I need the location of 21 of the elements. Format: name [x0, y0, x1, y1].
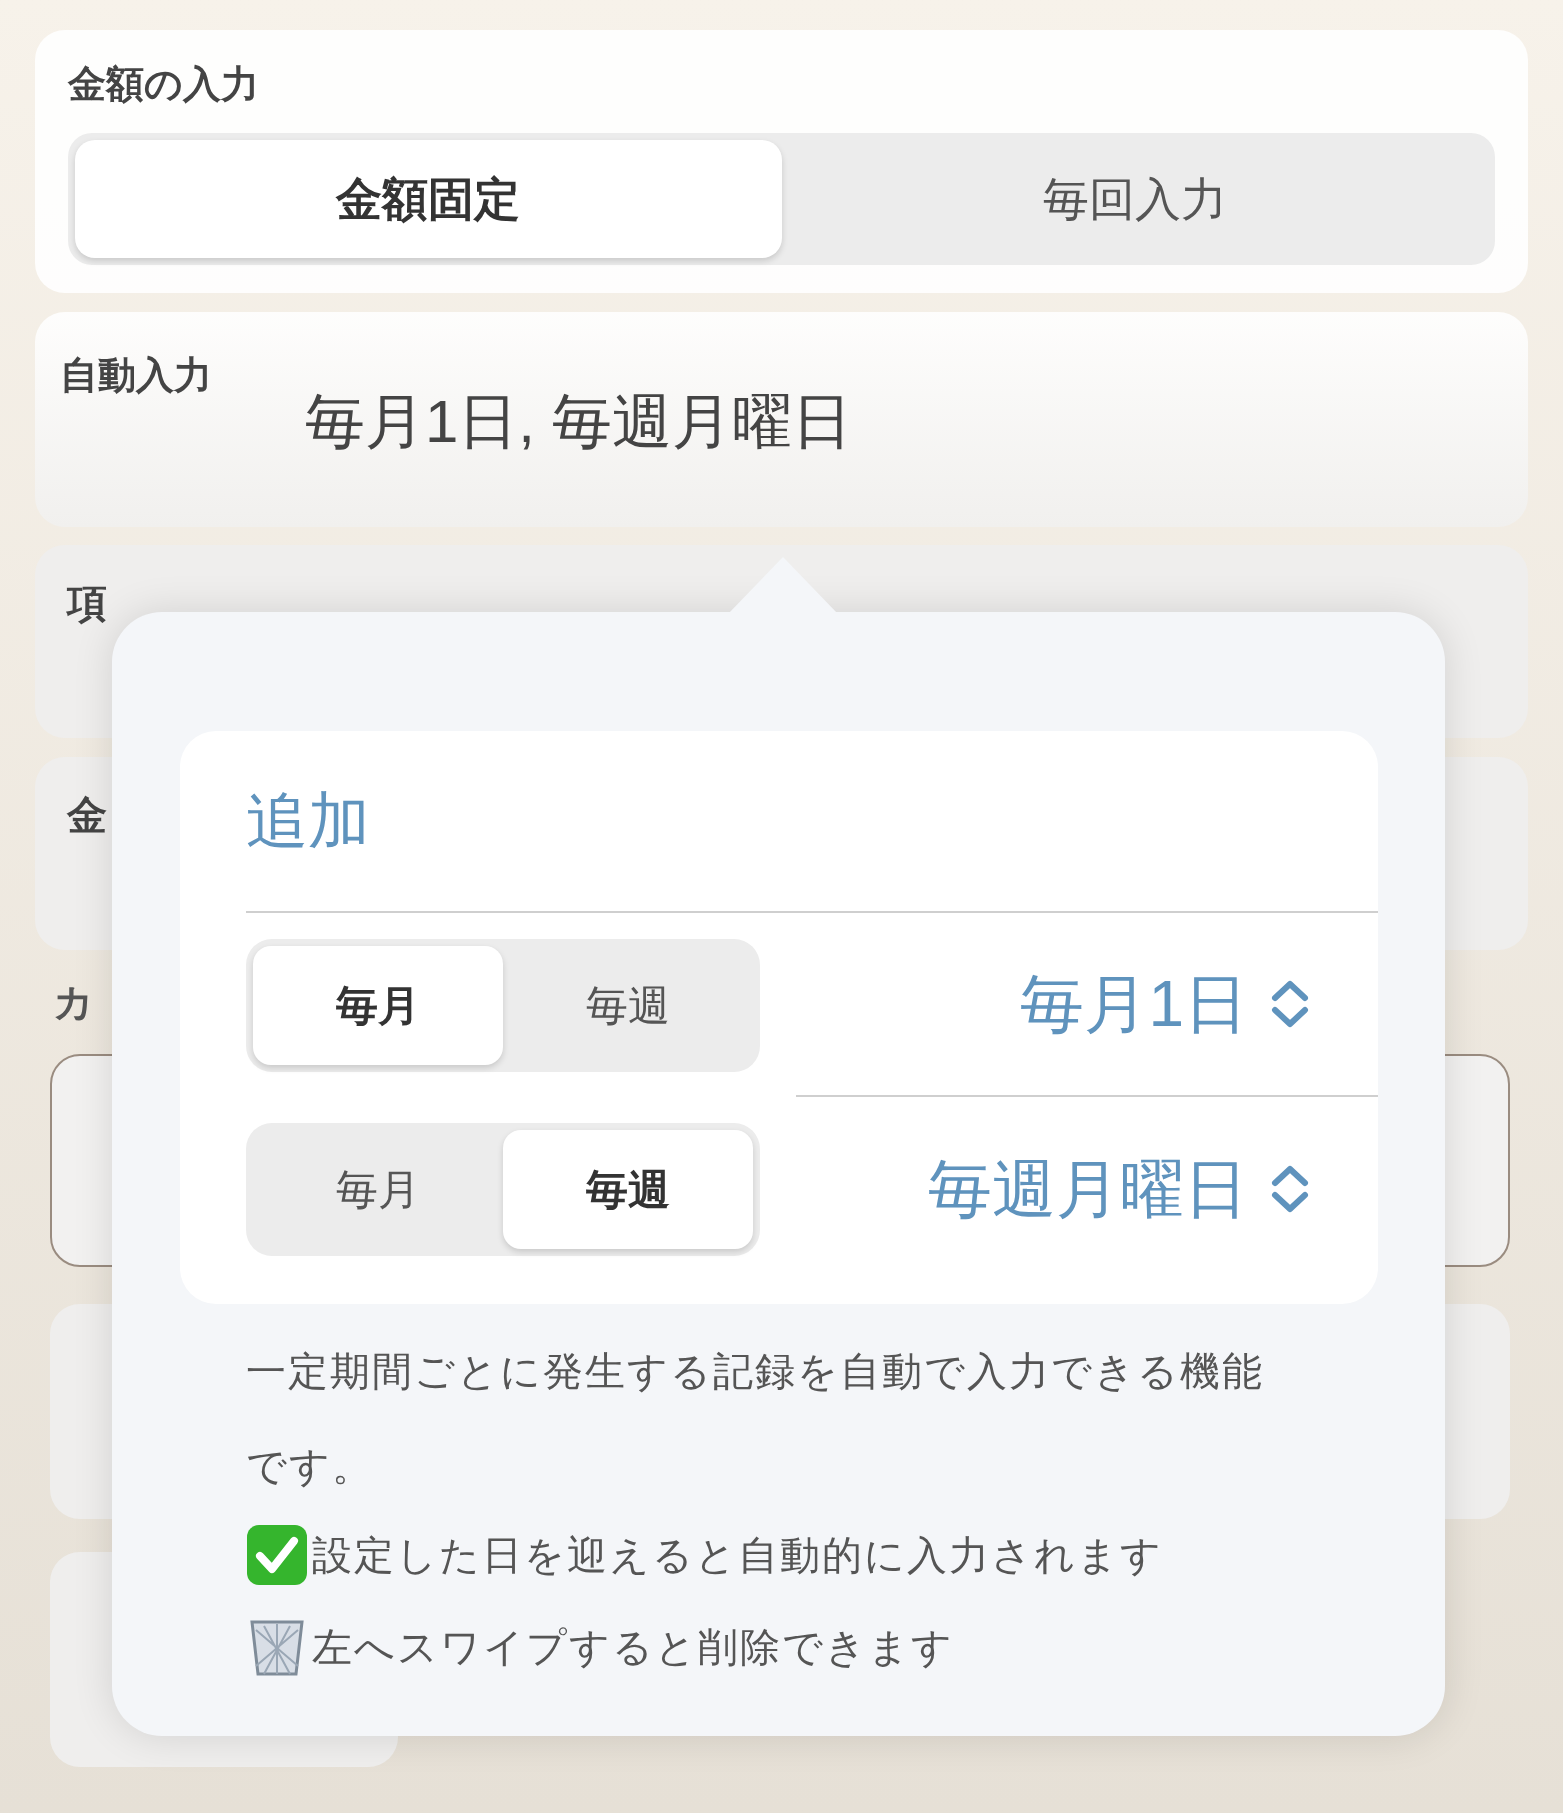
chevron-up-down-icon [1270, 1163, 1310, 1215]
segment-tab[interactable]: 毎週 [503, 945, 753, 1065]
note-text: 左へスワイプすると削除できます [312, 1624, 954, 1671]
date-picker[interactable]: 毎月1日 [1020, 972, 1310, 1036]
date-picker[interactable]: 毎週月曜日 [928, 1157, 1310, 1221]
segment-tab[interactable]: 毎月 [253, 945, 503, 1065]
segment-tab[interactable]: 毎月 [253, 1129, 503, 1249]
field-value[interactable]: 毎月1日, 毎週月曜日 [305, 377, 852, 467]
segment-tab[interactable]: 毎回入力 [781, 140, 1488, 258]
segment-tab[interactable]: 金額固定 [75, 140, 782, 258]
section-title: 金額の入力 [68, 65, 259, 103]
check-icon [246, 1524, 308, 1586]
card-label: 項 [67, 580, 107, 627]
card-label: 金 [67, 792, 107, 839]
segment-tab[interactable]: 毎週 [503, 1129, 753, 1249]
add-link[interactable]: 追加 [246, 790, 370, 852]
description-text: 一定期間ごとに発生する記録を自動で入力できる機能です。 [246, 1348, 1265, 1490]
section-label: カ [53, 979, 94, 1026]
note-text: 設定した日を迎えると自動的に入力されます [312, 1532, 1163, 1579]
chevron-up-down-icon [1270, 978, 1310, 1030]
field-label: 自動入力 [60, 353, 212, 398]
